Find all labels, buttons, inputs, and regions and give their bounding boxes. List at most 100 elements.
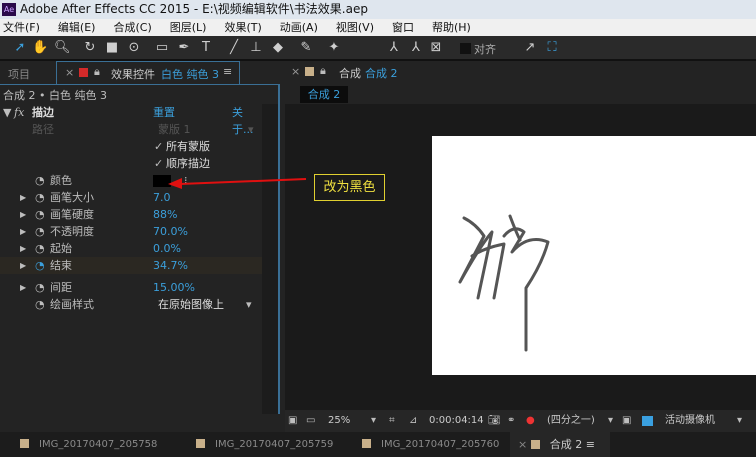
menu-view[interactable]: 视图(V) <box>333 19 380 36</box>
transparency-icon[interactable] <box>642 416 653 426</box>
tab-effect-controls[interactable]: × 🔒︎ 效果控件 白色 纯色 3 ≡ <box>56 61 240 85</box>
breadcrumb: 合成 2 • 白色 纯色 3 <box>3 89 107 102</box>
timeline-tab[interactable]: IMG_20170407_205760 <box>362 432 499 457</box>
menu-layer[interactable]: 图层(L) <box>167 19 213 36</box>
prop-value[interactable]: 15.00% <box>153 279 195 296</box>
type-tool-icon[interactable]: T <box>198 40 214 56</box>
expand-triangle-icon[interactable]: ▶ <box>20 279 26 296</box>
menu-help[interactable]: 帮助(H) <box>429 19 477 36</box>
expand-triangle-icon[interactable]: ▶ <box>20 257 26 274</box>
timeline-tab[interactable]: IMG_20170407_205758 <box>20 432 157 457</box>
stopwatch-icon[interactable]: ◔ <box>35 223 45 240</box>
world-axis-icon[interactable]: ⅄ <box>408 40 424 56</box>
close-icon[interactable]: × <box>291 65 300 78</box>
stopwatch-icon[interactable]: ◔ <box>35 279 45 296</box>
path-label: 路径 <box>32 123 54 136</box>
menu-composition[interactable]: 合成(C) <box>110 19 157 36</box>
pan-behind-tool-icon[interactable]: ⊙ <box>126 40 142 56</box>
pen-tool-icon[interactable]: ✒ <box>176 40 192 56</box>
tab-composition[interactable]: × 🔒︎ 合成 合成 2 <box>285 61 415 84</box>
snap-checkbox[interactable] <box>460 43 471 54</box>
snap-target-icon[interactable]: ⛶ <box>544 40 560 56</box>
expand-triangle-icon[interactable]: ▶ <box>20 223 26 240</box>
camera-tool-icon[interactable]: ■ <box>104 40 120 56</box>
comp-navigator-tab[interactable]: 合成 2 <box>300 86 348 103</box>
prop-value[interactable]: 70.0% <box>153 223 188 240</box>
clone-stamp-tool-icon[interactable]: ⊥ <box>248 40 264 56</box>
all-masks-row: ✓ 所有蒙版 <box>0 138 262 155</box>
chevron-down-icon[interactable]: ▾ <box>371 410 376 432</box>
ae-logo-icon: Ae <box>2 3 16 16</box>
menu-effect[interactable]: 效果(T) <box>221 19 267 36</box>
selection-tool-icon[interactable]: ➚ <box>12 40 28 56</box>
prop-value[interactable]: 0.0% <box>153 240 181 257</box>
menu-edit[interactable]: 编辑(E) <box>55 19 102 36</box>
chevron-down-icon[interactable]: ▾ <box>608 410 613 432</box>
preview-icon[interactable]: ▣ <box>288 410 297 432</box>
menu-bar: 文件(F) 编辑(E) 合成(C) 图层(L) 效果(T) 动画(A) 视图(V… <box>0 19 756 36</box>
resolution-dropdown[interactable]: (四分之一) <box>547 410 595 432</box>
sequential-checkbox[interactable]: ✓ <box>154 155 163 172</box>
stopwatch-icon[interactable]: ◔ <box>35 206 45 223</box>
expand-triangle-icon[interactable]: ▶ <box>20 189 26 206</box>
rectangle-tool-icon[interactable]: ▭ <box>154 40 170 56</box>
timeline-tabs: IMG_20170407_205758 IMG_20170407_205759 … <box>0 432 756 457</box>
roto-brush-tool-icon[interactable]: ✎ <box>298 40 314 56</box>
brush-tool-icon[interactable]: ╱ <box>226 40 242 56</box>
stopwatch-icon[interactable]: ◔ <box>35 189 45 206</box>
fast-preview-icon[interactable]: ▣ <box>622 410 631 432</box>
transparency-grid-icon[interactable]: ⊿ <box>409 410 417 432</box>
prop-value[interactable]: 88% <box>153 206 177 223</box>
reset-link[interactable]: 重置 <box>153 104 175 121</box>
eraser-tool-icon[interactable]: ◆ <box>270 40 286 56</box>
stopwatch-icon[interactable]: ◔ <box>35 172 45 189</box>
camera-dropdown[interactable]: 活动摄像机 <box>665 410 715 432</box>
lock-icon[interactable]: 🔒︎ <box>94 65 100 79</box>
stopwatch-icon[interactable]: ◔ <box>35 240 45 257</box>
close-icon[interactable]: × <box>65 66 74 79</box>
paint-style-dropdown[interactable]: 在原始图像上 <box>158 296 224 313</box>
calligraphy-stroke <box>458 214 550 352</box>
menu-animation[interactable]: 动画(A) <box>277 19 324 36</box>
all-masks-checkbox[interactable]: ✓ <box>154 138 163 155</box>
channel-icon[interactable]: ● <box>526 410 535 432</box>
timeline-tab-active[interactable]: × 合成 2 ≡ <box>510 432 610 457</box>
title-bar: Adobe After Effects CC 2015 - E:\视频编辑软件\… <box>0 0 756 19</box>
panel-menu-icon[interactable]: ≡ <box>223 65 232 78</box>
local-axis-icon[interactable]: ⅄ <box>386 40 402 56</box>
menu-window[interactable]: 窗口 <box>389 19 420 36</box>
fx-icon[interactable]: fx <box>14 104 24 121</box>
expand-triangle-icon[interactable]: ▼ <box>3 104 11 121</box>
prop-value[interactable]: 34.7% <box>153 257 188 274</box>
scrollbar[interactable] <box>262 104 278 414</box>
show-snapshot-icon[interactable]: ⚭ <box>507 410 515 432</box>
prop-row: ▶ ◔ 间距 15.00% <box>0 279 262 296</box>
puppet-pin-tool-icon[interactable]: ✦ <box>326 40 342 56</box>
prop-label: 间距 <box>50 281 72 294</box>
region-icon[interactable]: ⌗ <box>389 410 395 432</box>
timecode[interactable]: 0:00:04:14 <box>429 410 484 432</box>
snap-arrow-icon[interactable]: ↗ <box>522 40 538 56</box>
zoom-dropdown[interactable]: 25% <box>328 410 350 432</box>
monitor-icon[interactable]: ▭ <box>306 410 315 432</box>
zoom-tool-icon[interactable]: 🔍︎ <box>54 40 71 56</box>
view-axis-icon[interactable]: ⊠ <box>428 40 444 56</box>
path-dropdown[interactable]: 蒙版 1 <box>158 121 191 138</box>
menu-file[interactable]: 文件(F) <box>0 19 46 36</box>
comp-canvas[interactable] <box>432 136 756 375</box>
chevron-down-icon[interactable]: ▾ <box>737 410 742 432</box>
stopwatch-active-icon[interactable]: ◔ <box>35 257 45 274</box>
tab-label: 效果控件 <box>111 68 155 81</box>
prop-label: 不透明度 <box>50 225 94 238</box>
prop-value[interactable]: 7.0 <box>153 189 171 206</box>
rotate-tool-icon[interactable]: ↻ <box>82 40 98 56</box>
expand-triangle-icon[interactable]: ▶ <box>20 206 26 223</box>
window-title: Adobe After Effects CC 2015 - E:\视频编辑软件\… <box>20 2 368 16</box>
expand-triangle-icon[interactable]: ▶ <box>20 240 26 257</box>
stopwatch-icon[interactable]: ◔ <box>35 296 45 313</box>
tab-project[interactable]: 项目 <box>8 66 30 82</box>
timeline-tab[interactable]: IMG_20170407_205759 <box>196 432 333 457</box>
snapshot-icon[interactable]: 📷︎ <box>488 410 501 432</box>
hand-tool-icon[interactable]: ✋ <box>32 40 48 56</box>
lock-icon[interactable]: 🔒︎ <box>320 64 326 78</box>
